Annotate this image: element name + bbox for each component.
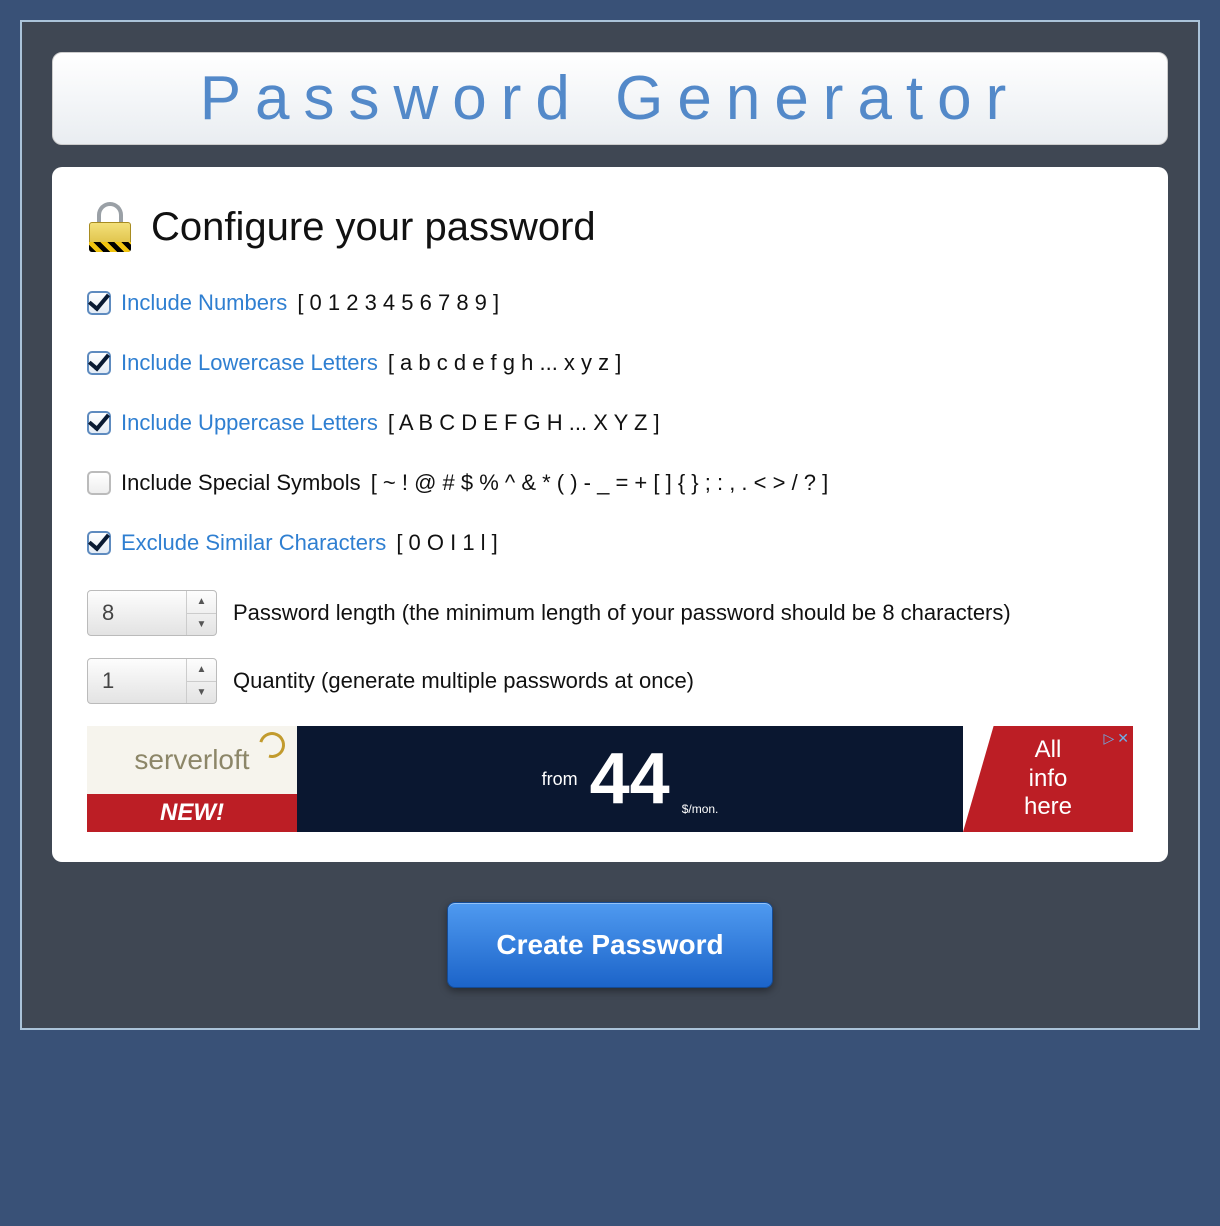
adchoices-icon[interactable]: ▷ (1103, 730, 1114, 747)
option-hint: [ 0 O I 1 l ] (396, 530, 497, 556)
option-hint: [ 0 1 2 3 4 5 6 7 8 9 ] (297, 290, 499, 316)
option-row: Include Lowercase Letters [ a b c d e f g… (87, 350, 1133, 376)
length-up-button[interactable]: ▲ (187, 591, 216, 614)
create-password-button[interactable]: Create Password (447, 902, 772, 988)
length-down-button[interactable]: ▼ (187, 614, 216, 636)
panel-heading: Configure your password (87, 202, 1133, 252)
ad-price: from 44 $/mon. (297, 726, 963, 832)
ad-close-icon[interactable]: ✕ (1117, 730, 1129, 747)
config-panel: Configure your password Include Numbers [… (52, 167, 1168, 862)
option-row: Include Uppercase Letters [ A B C D E F G… (87, 410, 1133, 436)
app-container: Password Generator Configure your passwo… (20, 20, 1200, 1030)
quantity-up-button[interactable]: ▲ (187, 659, 216, 682)
option-hint: [ a b c d e f g h ... x y z ] (388, 350, 622, 376)
option-label[interactable]: Exclude Similar Characters (121, 530, 386, 556)
length-value[interactable]: 8 (88, 591, 186, 635)
option-row: Include Numbers [ 0 1 2 3 4 5 6 7 8 9 ] (87, 290, 1133, 316)
option-checkbox[interactable] (87, 411, 111, 435)
option-label[interactable]: Include Lowercase Letters (121, 350, 378, 376)
app-title: Password Generator (53, 63, 1167, 134)
panel-title: Configure your password (151, 205, 596, 250)
swirl-icon (254, 727, 290, 763)
length-label: Password length (the minimum length of y… (233, 600, 1011, 626)
ad-new-badge: NEW! (87, 794, 297, 832)
option-row: Exclude Similar Characters [ 0 O I 1 l ] (87, 530, 1133, 556)
quantity-value[interactable]: 1 (88, 659, 186, 703)
option-label: Include Special Symbols (121, 470, 361, 496)
option-hint: [ ~ ! @ # $ % ^ & * ( ) - _ = + [ ] { } … (371, 470, 829, 496)
option-label[interactable]: Include Numbers (121, 290, 287, 316)
length-row: 8 ▲ ▼ Password length (the minimum lengt… (87, 590, 1133, 636)
title-bar: Password Generator (52, 52, 1168, 145)
option-checkbox[interactable] (87, 531, 111, 555)
length-spinner[interactable]: 8 ▲ ▼ (87, 590, 217, 636)
option-checkbox[interactable] (87, 471, 111, 495)
quantity-down-button[interactable]: ▼ (187, 682, 216, 704)
option-row: Include Special Symbols [ ~ ! @ # $ % ^ &… (87, 470, 1133, 496)
ad-brand: serverloft (87, 726, 297, 794)
option-hint: [ A B C D E F G H ... X Y Z ] (388, 410, 660, 436)
option-checkbox[interactable] (87, 351, 111, 375)
quantity-row: 1 ▲ ▼ Quantity (generate multiple passwo… (87, 658, 1133, 704)
quantity-spinner[interactable]: 1 ▲ ▼ (87, 658, 217, 704)
lock-icon (87, 202, 133, 252)
ad-banner[interactable]: serverloft NEW! from 44 $/mon. All info … (87, 726, 1133, 832)
quantity-label: Quantity (generate multiple passwords at… (233, 668, 694, 694)
option-checkbox[interactable] (87, 291, 111, 315)
option-label[interactable]: Include Uppercase Letters (121, 410, 378, 436)
